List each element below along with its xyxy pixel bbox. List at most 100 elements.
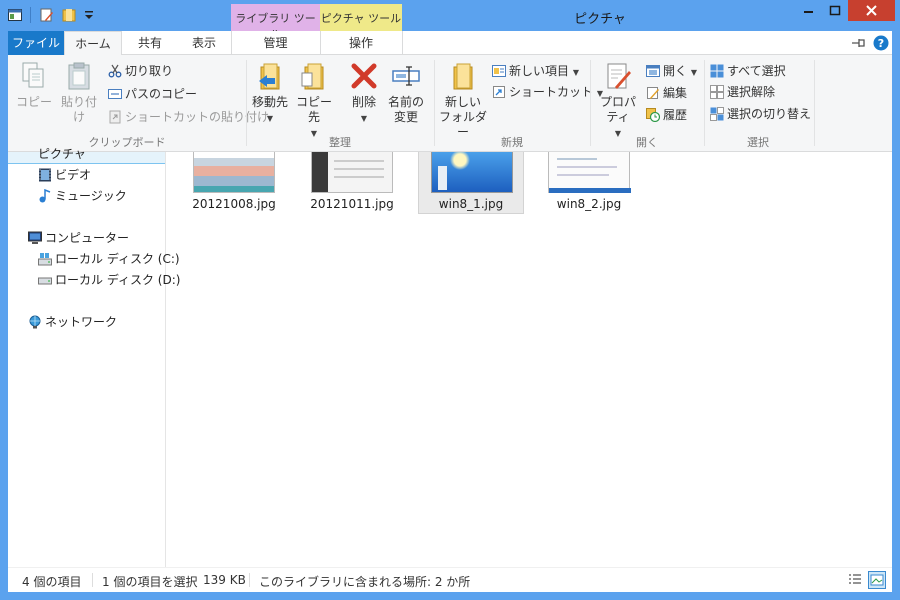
history-icon <box>646 108 660 122</box>
properties-button[interactable]: プロパティ ▼ <box>594 61 642 141</box>
nav-item-video[interactable]: ビデオ <box>38 165 91 185</box>
large-icons-view-icon[interactable] <box>868 571 886 589</box>
paste-label: 貼り付け <box>60 95 97 124</box>
thumbnail-detail <box>549 188 631 193</box>
select-all-button[interactable]: すべて選択 <box>710 61 786 81</box>
open-icon <box>646 65 660 77</box>
select-none-label: 選択解除 <box>727 85 776 99</box>
edit-label: 編集 <box>663 86 688 100</box>
move-to-icon <box>259 63 280 90</box>
cut-label: 切り取り <box>125 64 174 78</box>
copy-button[interactable]: コピー <box>16 61 52 110</box>
file-item[interactable]: 20121008.jpg <box>181 152 287 214</box>
shortcut-button[interactable]: ショートカット ▼ <box>492 82 603 102</box>
nav-item-network-label: ネットワーク <box>45 315 118 329</box>
open-button[interactable]: 開く ▼ <box>646 61 697 81</box>
thumbnail-detail <box>438 166 447 190</box>
tab-manage[interactable]: 管理 <box>231 31 320 55</box>
copy-path-label: パスのコピー <box>125 87 198 101</box>
thumbnail-detail <box>557 166 617 168</box>
file-thumbnail <box>431 152 513 193</box>
status-bar: 4 個の項目 1 個の項目を選択 139 KB このライブラリに含まれる場所: … <box>8 567 892 592</box>
paste-button[interactable]: 貼り付け <box>56 61 102 125</box>
new-group-label: 新規 <box>501 136 523 149</box>
nav-item-video-label: ビデオ <box>55 168 92 182</box>
new-item-label: 新しい項目 <box>509 64 570 78</box>
nav-item-pictures[interactable]: ピクチャ <box>8 147 165 164</box>
tab-operation[interactable]: 操作 <box>320 31 402 55</box>
delete-icon <box>351 63 377 89</box>
computer-icon <box>28 231 42 244</box>
nav-item-disk-d[interactable]: ローカル ディスク (D:) <box>38 270 180 290</box>
library-tools-context-header: ライブラリ ツール <box>231 4 320 41</box>
copy-to-button[interactable]: コピー先 ▼ <box>292 61 336 141</box>
ribbon-tab-row: ファイル ホーム 共有 表示 管理 操作 ? <box>8 31 892 56</box>
new-folder-icon[interactable] <box>62 8 76 22</box>
file-name: 20121011.jpg <box>310 197 394 211</box>
rename-label-line2: 変更 <box>393 110 418 124</box>
move-to-label: 移動先 <box>251 95 288 109</box>
history-button[interactable]: 履歴 <box>646 105 687 125</box>
close-button[interactable] <box>848 0 895 21</box>
tab-share[interactable]: 共有 <box>124 31 176 55</box>
file-item[interactable]: win8_1.jpg <box>418 152 524 214</box>
cut-button[interactable]: 切り取り <box>108 61 173 81</box>
item-count: 4 個の項目 <box>22 575 82 589</box>
tab-divider <box>402 31 403 55</box>
network-icon <box>29 315 41 329</box>
tab-view[interactable]: 表示 <box>176 31 232 55</box>
minimize-icon <box>804 11 813 13</box>
qat-divider <box>30 7 31 23</box>
properties-label: プロパティ <box>599 95 636 124</box>
music-icon <box>39 189 51 203</box>
file-item[interactable]: 20121011.jpg <box>299 152 405 214</box>
select-none-button[interactable]: 選択解除 <box>710 82 775 102</box>
library-locations: このライブラリに含まれる場所: 2 か所 <box>259 575 471 589</box>
select-none-icon <box>710 85 724 99</box>
qat-customize-icon[interactable] <box>82 8 96 22</box>
new-folder-label-line1: 新しい <box>444 95 481 109</box>
select-group-label: 選択 <box>747 136 769 149</box>
help-icon[interactable]: ? <box>873 35 889 51</box>
paste-shortcut-icon <box>109 110 121 124</box>
pin-ribbon-icon[interactable] <box>851 36 867 50</box>
edit-button[interactable]: 編集 <box>646 83 687 103</box>
organize-group-label: 整理 <box>329 136 351 149</box>
tab-home[interactable]: ホーム <box>64 31 122 56</box>
nav-item-music[interactable]: ミュージック <box>38 186 127 206</box>
details-view-icon[interactable] <box>847 572 863 588</box>
nav-item-network[interactable]: ネットワーク <box>28 312 117 332</box>
invert-selection-button[interactable]: 選択の切り替え <box>710 104 811 124</box>
thumbnail-detail <box>334 176 384 178</box>
nav-item-disk-c[interactable]: ローカル ディスク (C:) <box>38 249 180 269</box>
rename-label-line1: 名前の <box>387 95 424 109</box>
copy-path-button[interactable]: パスのコピー <box>108 84 197 104</box>
thumbnail-detail <box>557 174 609 176</box>
rename-button[interactable]: 名前の 変更 <box>386 61 426 125</box>
file-item[interactable]: win8_2.jpg <box>536 152 642 214</box>
ribbon: コピー 貼り付け 切り取り パスのコピー ショートカットの貼り付け クリップボー… <box>8 55 892 152</box>
delete-button[interactable]: 削除 ▼ <box>344 61 384 126</box>
move-to-button[interactable]: 移動先 ▼ <box>250 61 290 126</box>
delete-label: 削除 <box>351 95 376 109</box>
window-menu-icon[interactable] <box>8 8 22 22</box>
picture-tools-context-header: ピクチャ ツール <box>320 4 402 31</box>
file-list: 20121008.jpg 20121011.jpg win8_1.jpg win… <box>166 152 892 567</box>
properties-icon[interactable] <box>40 8 54 22</box>
nav-item-computer[interactable]: コンピューター <box>28 228 129 248</box>
new-folder-button[interactable]: 新しい フォルダー <box>438 61 488 140</box>
open-label: 開く <box>663 64 688 78</box>
copy-to-icon <box>301 63 324 90</box>
nav-item-disk-c-label: ローカル ディスク (C:) <box>55 252 180 266</box>
nav-item-pictures-label: ピクチャ <box>38 147 86 161</box>
file-name: win8_2.jpg <box>556 197 622 211</box>
window-frame-bottom <box>0 592 900 600</box>
tab-file[interactable]: ファイル <box>8 31 64 55</box>
copy-to-label: コピー先 <box>295 95 332 124</box>
paste-shortcut-button[interactable]: ショートカットの貼り付け <box>108 107 269 127</box>
maximize-button[interactable] <box>822 0 848 21</box>
select-all-label: すべて選択 <box>727 64 786 78</box>
minimize-button[interactable] <box>796 0 822 21</box>
delete-dropdown-icon: ▼ <box>360 114 368 123</box>
new-item-button[interactable]: 新しい項目 ▼ <box>492 61 579 81</box>
